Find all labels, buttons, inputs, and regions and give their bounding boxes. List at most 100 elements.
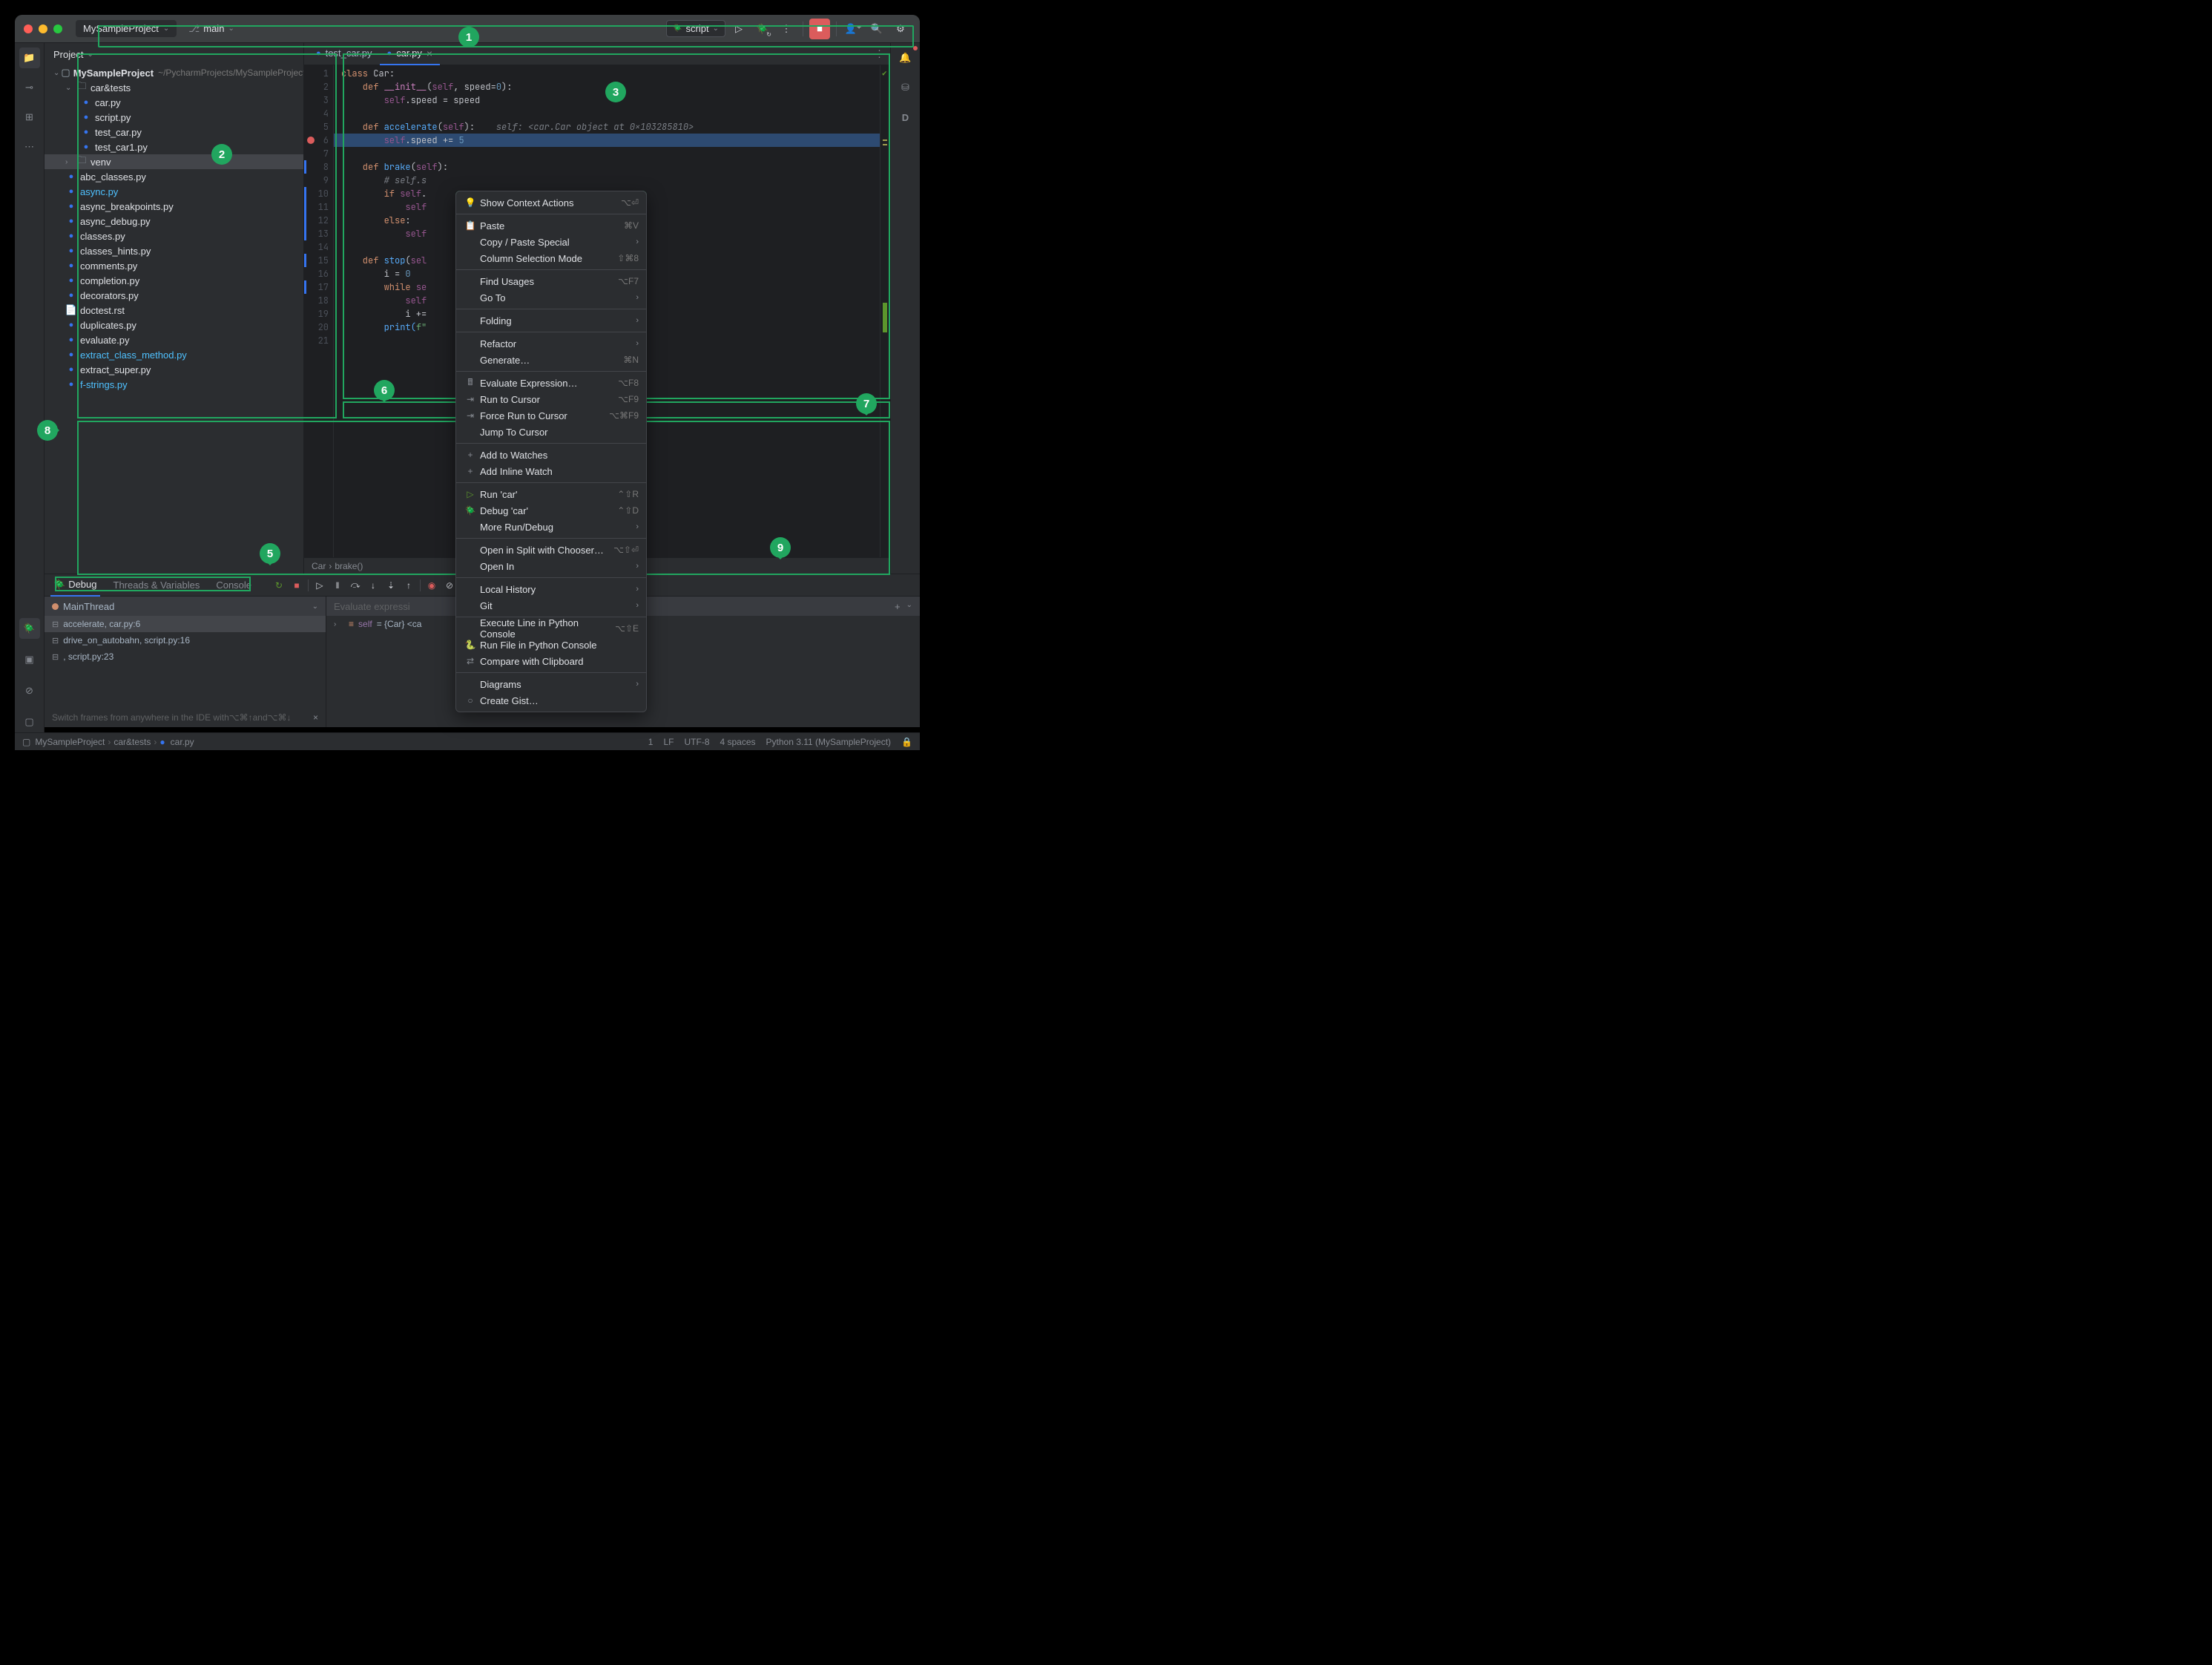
debug-button[interactable]: 🪲↻ [752, 19, 773, 39]
project-panel-header[interactable]: Project ⌄ [45, 43, 303, 65]
status-col[interactable]: 1 [648, 737, 654, 747]
tree-file[interactable]: ●test_car1.py [45, 139, 303, 154]
stack-frame[interactable]: ⊟accelerate, car.py:6 [45, 616, 326, 632]
menu-go-to[interactable]: Go To› [456, 289, 646, 306]
close-window-button[interactable] [24, 24, 33, 33]
tree-root[interactable]: ⌄ ▢ MySampleProject ~/PycharmProjects/My… [45, 65, 303, 80]
menu-show-context-actions[interactable]: 💡Show Context Actions⌥⏎ [456, 194, 646, 211]
tree-file[interactable]: ●async.py [45, 184, 303, 199]
tree-file[interactable]: ●extract_super.py [45, 362, 303, 377]
step-into-my-icon[interactable]: ⇣ [384, 579, 398, 592]
lock-icon[interactable]: 🔒 [901, 737, 912, 747]
crumb[interactable]: car.py [171, 737, 194, 747]
crumb[interactable]: MySampleProject [35, 737, 105, 747]
stop-icon[interactable]: ■ [290, 579, 303, 592]
tree-file[interactable]: ●evaluate.py [45, 332, 303, 347]
commit-tool-button[interactable]: ⊸ [19, 77, 40, 98]
menu-create-gist[interactable]: ○Create Gist… [456, 692, 646, 709]
crumb[interactable]: brake() [335, 561, 363, 571]
change-marker[interactable] [883, 303, 887, 332]
menu-force-run-to-cursor[interactable]: ⇥Force Run to Cursor⌥⌘F9 [456, 407, 646, 424]
menu-generate[interactable]: Generate…⌘N [456, 352, 646, 368]
tree-folder[interactable]: ⌄ 🗀 car&tests [45, 80, 303, 95]
debug-tool-button[interactable]: 🪲 [19, 618, 40, 639]
rerun-icon[interactable]: ↻ [272, 579, 286, 592]
tree-file[interactable]: ●completion.py [45, 273, 303, 288]
status-indent[interactable]: 4 spaces [720, 737, 756, 747]
menu-diagrams[interactable]: Diagrams› [456, 676, 646, 692]
run-button[interactable]: ▷ [728, 19, 749, 39]
debug-tab[interactable]: 🪲 Debug [50, 574, 100, 597]
terminal-tool-button[interactable]: ▢ [19, 712, 40, 732]
chevron-down-icon[interactable]: ⌄ [906, 601, 912, 612]
stop-button[interactable]: ■ [809, 19, 830, 39]
threads-vars-tab[interactable]: Threads & Variables [111, 574, 203, 597]
minimize-window-button[interactable] [39, 24, 47, 33]
menu-jump-to-cursor[interactable]: Jump To Cursor [456, 424, 646, 440]
add-icon[interactable]: + [895, 601, 901, 612]
tree-file[interactable]: ●extract_class_method.py [45, 347, 303, 362]
tree-file[interactable]: ●script.py [45, 110, 303, 125]
menu-open-in-split[interactable]: Open in Split with Chooser…⌥⇧⏎ [456, 542, 646, 558]
breakpoint-icon[interactable] [307, 137, 315, 144]
project-tool-button[interactable]: 📁 [19, 47, 40, 68]
menu-find-usages[interactable]: Find Usages⌥F7 [456, 273, 646, 289]
menu-paste[interactable]: 📋Paste⌘V [456, 217, 646, 234]
tree-file[interactable]: 📄doctest.rst [45, 303, 303, 318]
menu-evaluate-expression[interactable]: 🖩Evaluate Expression…⌥F8 [456, 375, 646, 391]
resume-icon[interactable]: ▷ [313, 579, 326, 592]
tabs-more-button[interactable]: ⋮ [875, 48, 884, 60]
menu-execute-line-console[interactable]: Execute Line in Python Console⌥⇧E [456, 620, 646, 637]
tree-file[interactable]: ●abc_classes.py [45, 169, 303, 184]
menu-run-car[interactable]: ▷Run 'car'⌃⇧R [456, 486, 646, 502]
mute-breakpoints-icon[interactable]: ⊘ [443, 579, 456, 592]
project-selector[interactable]: MySampleProject ⌄ [76, 20, 177, 37]
navigation-bar[interactable]: MySampleProject › car&tests › ● car.py [35, 737, 194, 747]
more-actions-button[interactable]: ⋮ [776, 19, 797, 39]
marker-bar[interactable]: ✔ [880, 65, 890, 557]
tree-file[interactable]: ●comments.py [45, 258, 303, 273]
close-tab-button[interactable]: × [427, 47, 432, 59]
database-tool-button[interactable]: ⛁ [895, 77, 916, 98]
stack-frame[interactable]: ⊟, script.py:23 [45, 648, 326, 665]
menu-add-inline-watch[interactable]: +Add Inline Watch [456, 463, 646, 479]
close-hint-button[interactable]: × [313, 712, 318, 723]
step-into-icon[interactable]: ↓ [366, 579, 380, 592]
vcs-branch-selector[interactable]: ⎇ main ⌄ [181, 20, 242, 38]
crumb[interactable]: car&tests [113, 737, 151, 747]
more-tools-button[interactable]: ⋯ [19, 137, 40, 157]
run-configuration-selector[interactable]: 🪲 script ⌄ [666, 20, 725, 37]
menu-column-selection[interactable]: Column Selection Mode⇧⌘8 [456, 250, 646, 266]
warning-marker[interactable] [883, 144, 887, 145]
maximize-window-button[interactable] [53, 24, 62, 33]
code-with-me-button[interactable]: 👤⁺ [843, 19, 863, 39]
editor-tab[interactable]: ● car.py × [380, 43, 441, 65]
thread-selector[interactable]: MainThread ⌄ [45, 597, 326, 616]
console-tab[interactable]: Console [213, 574, 254, 597]
expand-icon[interactable]: ⌄ [53, 69, 59, 77]
status-encoding[interactable]: UTF-8 [685, 737, 710, 747]
problems-tool-button[interactable]: ⊘ [19, 680, 40, 701]
settings-button[interactable]: ⚙ [890, 19, 911, 39]
status-line-sep[interactable]: LF [663, 737, 674, 747]
search-everywhere-button[interactable]: 🔍 [866, 19, 887, 39]
expand-icon[interactable]: ⌄ [65, 84, 74, 92]
pause-icon[interactable]: ‖ [331, 579, 344, 592]
view-breakpoints-icon[interactable]: ◉ [425, 579, 438, 592]
step-out-icon[interactable]: ↑ [402, 579, 415, 592]
menu-git[interactable]: Git› [456, 597, 646, 614]
editor-tab[interactable]: ● test_car.py [309, 43, 380, 65]
menu-local-history[interactable]: Local History› [456, 581, 646, 597]
tree-file[interactable]: ●f-strings.py [45, 377, 303, 392]
warning-marker[interactable] [883, 139, 887, 141]
crumb[interactable]: Car [312, 561, 326, 571]
menu-run-file-console[interactable]: 🐍Run File in Python Console [456, 637, 646, 653]
menu-more-run-debug[interactable]: More Run/Debug› [456, 519, 646, 535]
d-tool-button[interactable]: D [895, 107, 916, 128]
tree-file[interactable]: ●async_debug.py [45, 214, 303, 229]
tree-file[interactable]: ●duplicates.py [45, 318, 303, 332]
menu-copy-paste-special[interactable]: Copy / Paste Special› [456, 234, 646, 250]
expand-icon[interactable]: › [65, 158, 74, 166]
tree-file[interactable]: ●car.py [45, 95, 303, 110]
structure-tool-button[interactable]: ⊞ [19, 107, 40, 128]
